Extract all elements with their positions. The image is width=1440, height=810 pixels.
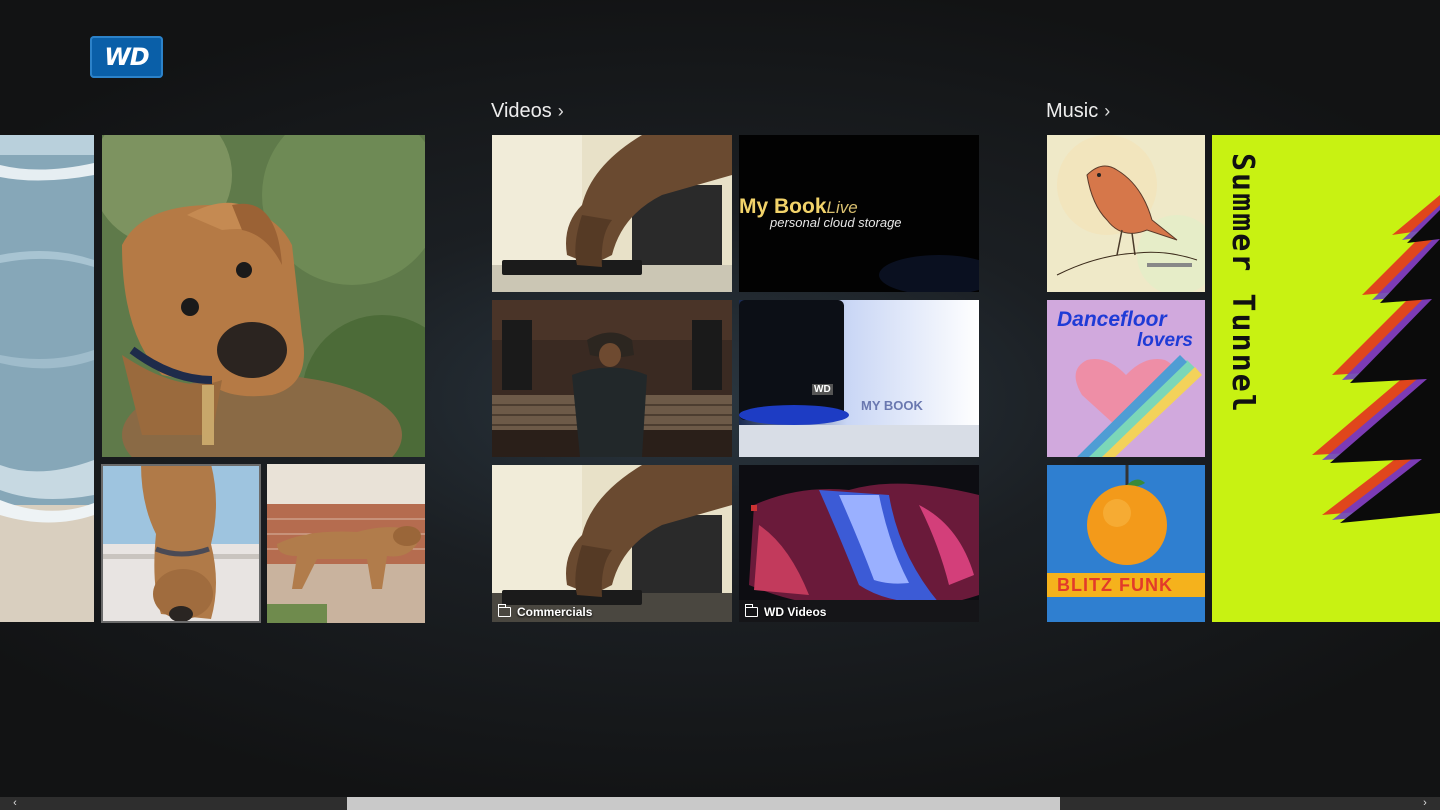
video-folder-wd-videos[interactable]: WD Videos	[739, 465, 979, 622]
photo-tile-puppy-walking[interactable]	[267, 464, 425, 623]
video-tile-studio[interactable]	[492, 300, 732, 457]
section-label-music: Music	[1046, 100, 1099, 122]
wd-badge: WD	[812, 384, 833, 395]
mybook-subtitle: personal cloud storage	[770, 215, 902, 230]
album-tile-bird[interactable]	[1047, 135, 1205, 292]
scroll-left-arrow-icon[interactable]: ‹	[8, 797, 22, 810]
album-tile-summer-tunnel[interactable]: Summer Tunnel	[1212, 135, 1440, 622]
folder-label-commercials: Commercials	[517, 605, 593, 619]
album-tile-dancefloor-lovers[interactable]: Dancefloor lovers	[1047, 300, 1205, 457]
folder-label-wd-videos: WD Videos	[764, 605, 827, 619]
folder-icon	[497, 604, 511, 617]
horizontal-scrollbar[interactable]: ‹ ›	[0, 797, 1440, 810]
album-title-summer-tunnel: Summer Tunnel	[1225, 153, 1260, 414]
album-title-blitz-funk: BLITZ FUNK	[1057, 575, 1173, 595]
wd-logo: WD	[90, 36, 163, 78]
photo-tile-puppy[interactable]	[102, 135, 425, 457]
folder-caption: WD Videos	[744, 604, 827, 619]
folder-caption: Commercials	[497, 604, 593, 619]
video-tile-mybook-live[interactable]: My BookLive personal cloud storage	[739, 135, 979, 292]
photo-tile-beach[interactable]	[0, 135, 94, 622]
album-title-lovers: lovers	[1137, 330, 1193, 351]
album-title-dancefloor: Dancefloor	[1057, 308, 1167, 331]
scroll-right-arrow-icon[interactable]: ›	[1418, 797, 1432, 810]
section-header-videos[interactable]: Videos ›	[491, 100, 564, 123]
video-folder-commercials[interactable]: Commercials	[492, 465, 732, 622]
album-tile-blitz-funk[interactable]: BLITZ FUNK	[1047, 465, 1205, 622]
video-tile-hand-device[interactable]	[492, 135, 732, 292]
photo-tile-puppy-sniffing[interactable]	[101, 464, 261, 623]
section-label-videos: Videos	[491, 100, 552, 122]
chevron-right-icon: ›	[1104, 101, 1111, 121]
chevron-right-icon: ›	[557, 101, 564, 121]
mybook-product-text: MY BOOK	[861, 398, 923, 413]
scrollbar-thumb[interactable]	[347, 797, 1060, 810]
section-header-music[interactable]: Music ›	[1046, 100, 1110, 123]
video-tile-wd-product[interactable]: WD MY BOOK	[739, 300, 979, 457]
folder-icon	[744, 604, 758, 617]
